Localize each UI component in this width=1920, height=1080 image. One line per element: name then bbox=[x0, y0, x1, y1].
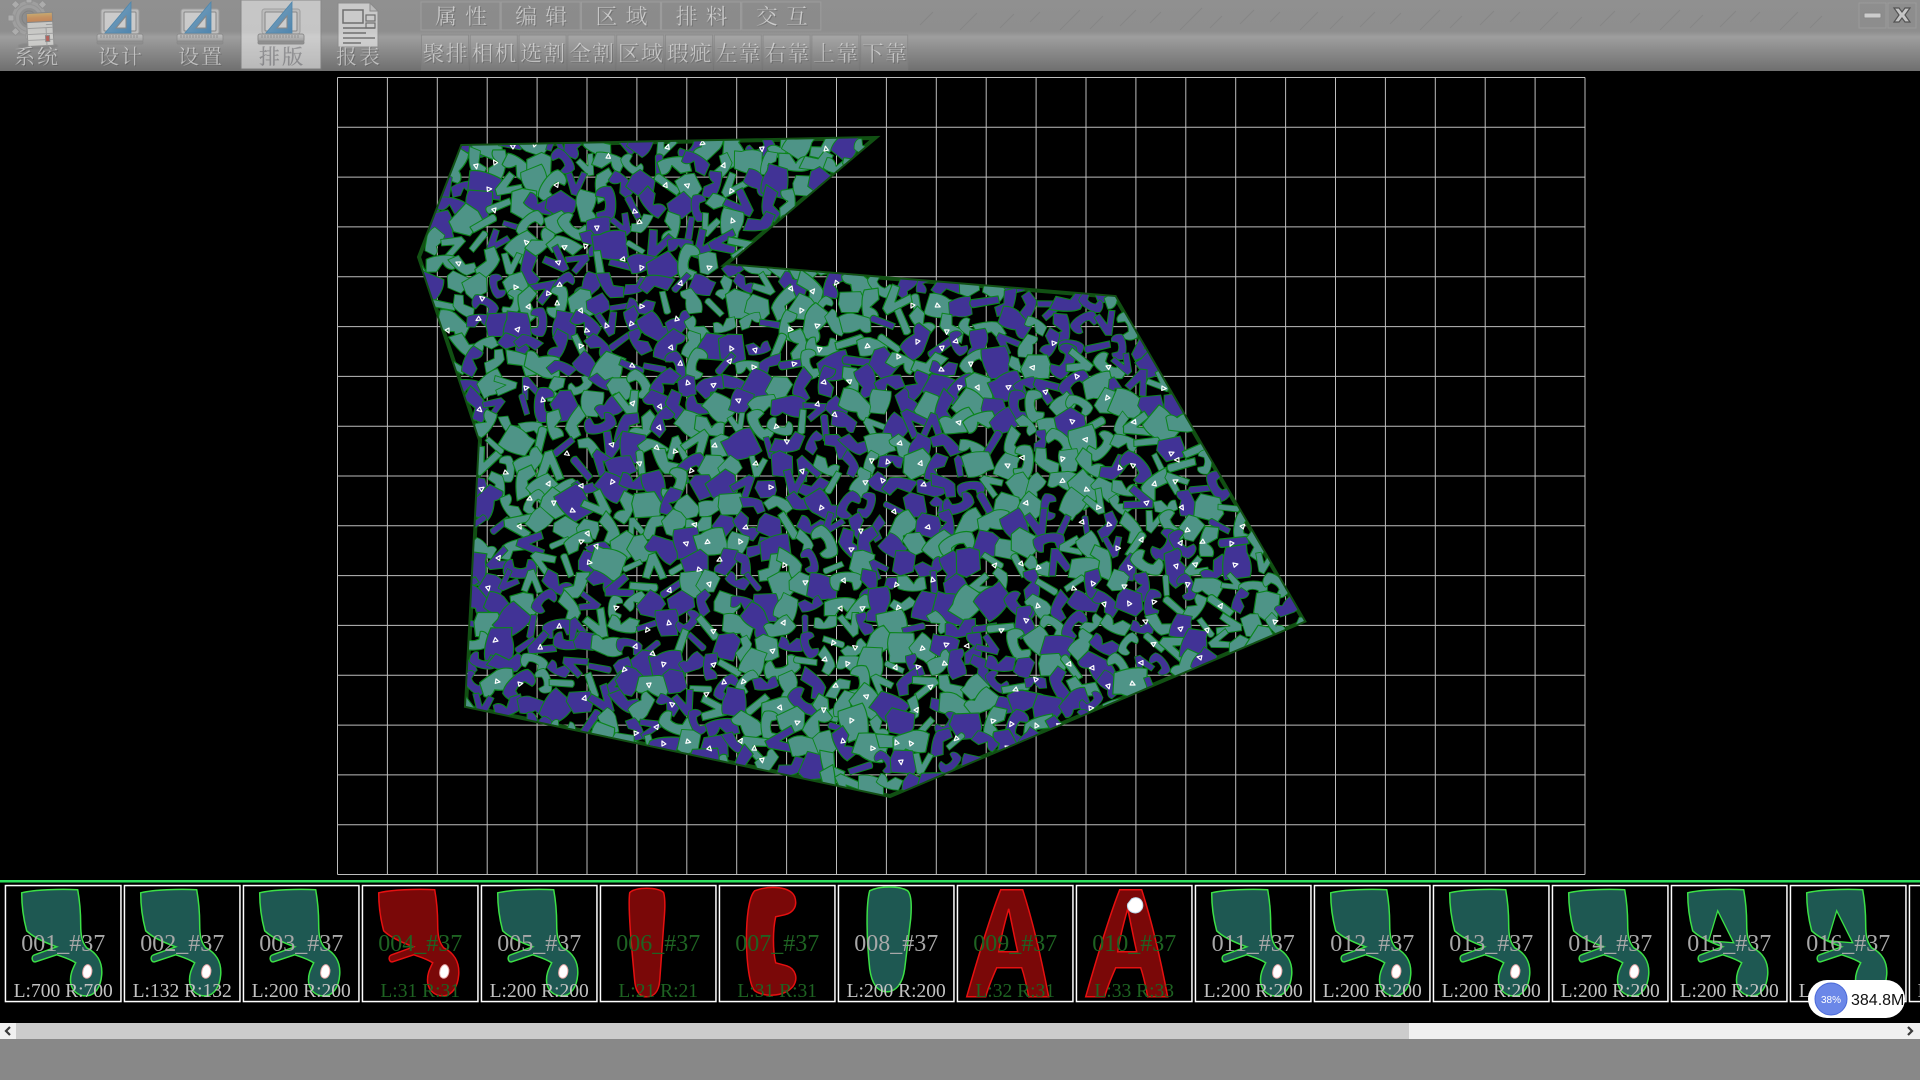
svg-text:L:33 R:33: L:33 R:33 bbox=[1094, 981, 1174, 1002]
svg-text:007_#37: 007_#37 bbox=[735, 931, 819, 957]
svg-text:005_#37: 005_#37 bbox=[497, 931, 581, 957]
svg-text:016_#37: 016_#37 bbox=[1806, 931, 1890, 957]
svg-text:L:31 R:31: L:31 R:31 bbox=[737, 981, 817, 1002]
svg-text:L:132 R:132: L:132 R:132 bbox=[133, 981, 232, 1002]
svg-text:008_#37: 008_#37 bbox=[854, 931, 938, 957]
svg-text:L:200 R:200: L:200 R:200 bbox=[1323, 981, 1422, 1002]
svg-text:015_#37: 015_#37 bbox=[1687, 931, 1771, 957]
svg-text:003_#37: 003_#37 bbox=[259, 931, 343, 957]
svg-text:L:31 R:31: L:31 R:31 bbox=[380, 981, 460, 1002]
svg-text:011_#37: 011_#37 bbox=[1212, 931, 1295, 957]
svg-text:L:200 R:200: L:200 R:200 bbox=[490, 981, 589, 1002]
svg-text:L:21 R:21: L:21 R:21 bbox=[618, 981, 698, 1002]
svg-text:002_#37: 002_#37 bbox=[140, 931, 224, 957]
svg-text:012_#37: 012_#37 bbox=[1330, 931, 1414, 957]
svg-text:013_#37: 013_#37 bbox=[1449, 931, 1533, 957]
svg-text:L:32 R:31: L:32 R:31 bbox=[975, 981, 1055, 1002]
svg-text:L:200 R:200: L:200 R:200 bbox=[252, 981, 351, 1002]
svg-text:384.8M: 384.8M bbox=[1851, 992, 1904, 1009]
svg-text:38%: 38% bbox=[1821, 995, 1841, 1006]
svg-text:010_#37: 010_#37 bbox=[1092, 931, 1176, 957]
svg-text:009_#37: 009_#37 bbox=[973, 931, 1057, 957]
svg-text:004_#37: 004_#37 bbox=[378, 931, 462, 957]
svg-text:L:200 R:200: L:200 R:200 bbox=[1561, 981, 1660, 1002]
svg-text:014_#37: 014_#37 bbox=[1568, 931, 1652, 957]
svg-text:001_#37: 001_#37 bbox=[21, 931, 105, 957]
svg-text:006_#37: 006_#37 bbox=[616, 931, 700, 957]
svg-text:L:700 R:700: L:700 R:700 bbox=[14, 981, 113, 1002]
svg-text:L:200 R:200: L:200 R:200 bbox=[1442, 981, 1541, 1002]
svg-text:L:200 R:200: L:200 R:200 bbox=[847, 981, 946, 1002]
svg-text:L:200 R:200: L:200 R:200 bbox=[1680, 981, 1779, 1002]
svg-text:L:200 R:200: L:200 R:200 bbox=[1204, 981, 1303, 1002]
